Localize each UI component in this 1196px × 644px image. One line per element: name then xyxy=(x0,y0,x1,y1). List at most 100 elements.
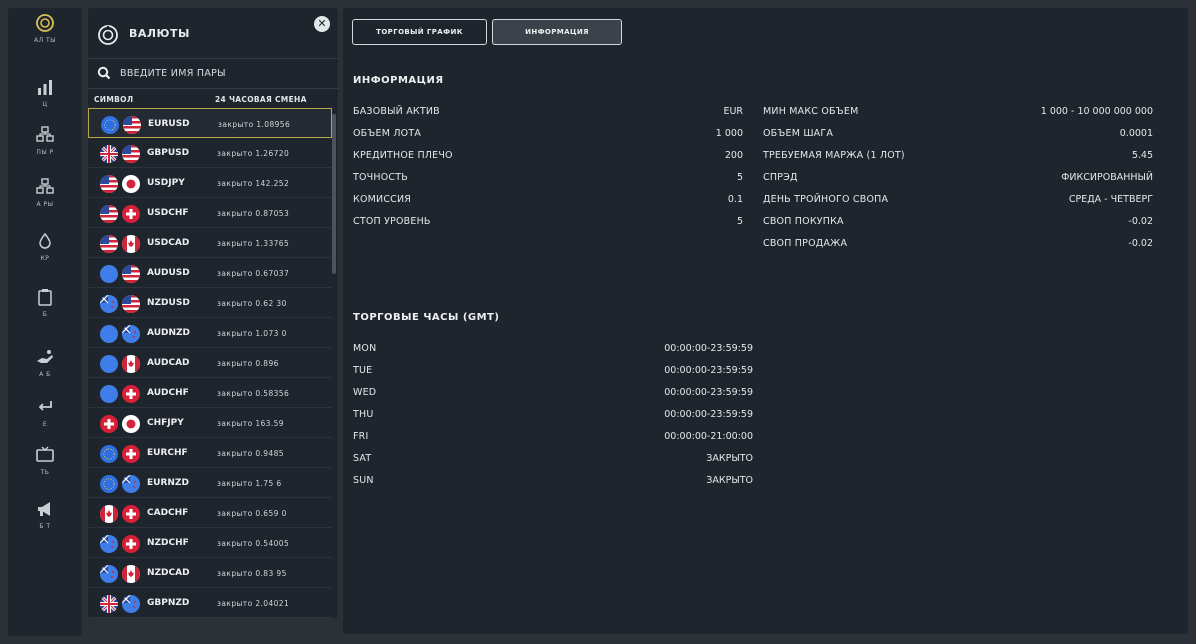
currency-row[interactable]: USDCAD закрыто 1.33765 xyxy=(88,228,332,258)
rail-item-label: Е xyxy=(42,421,48,428)
flag-ca-icon xyxy=(122,565,140,583)
currency-row[interactable]: AUDCHF закрыто 0.58356 xyxy=(88,378,332,408)
info-row: FRI 00:00:00-21:00:00 xyxy=(353,431,753,447)
flag-us-icon xyxy=(122,295,140,313)
info-key: MON xyxy=(353,343,377,354)
info-row: ТОЧНОСТЬ 5 xyxy=(353,172,743,188)
info-row: СПРЭД ФИКСИРОВАННЫЙ xyxy=(763,172,1153,188)
info-row: МИН МАКС ОБЪЕМ 1 000 - 10 000 000 000 xyxy=(763,106,1153,122)
currency-row[interactable]: AUDNZD закрыто 1.073 0 xyxy=(88,318,332,348)
currency-symbol: EURUSD xyxy=(148,119,190,129)
rail-item[interactable]: АЛ ТЫ xyxy=(8,12,82,58)
info-row: ОБЪЕМ ШАГА 0.0001 xyxy=(763,128,1153,144)
flag-gb-icon xyxy=(100,595,118,613)
rail-item[interactable]: А Б xyxy=(8,346,82,392)
info-value: 0.0001 xyxy=(1119,128,1153,139)
coin-icon xyxy=(34,12,56,34)
currency-symbol: CADCHF xyxy=(147,508,189,518)
divider xyxy=(88,58,338,59)
flag-au-icon xyxy=(100,325,118,343)
bar-chart-icon xyxy=(34,76,56,98)
info-value: 200 xyxy=(724,150,743,161)
info-value: ЗАКРЫТО xyxy=(706,453,753,464)
info-value: ЗАКРЫТО xyxy=(706,475,753,486)
column-header-symbol: СИМВОЛ xyxy=(94,95,134,104)
currency-symbol: GBPUSD xyxy=(147,148,190,158)
currency-change: закрыто 1.26720 xyxy=(217,149,290,158)
currency-change: закрыто 1.75 6 xyxy=(217,479,282,488)
close-icon[interactable]: ✕ xyxy=(314,16,330,32)
currency-row[interactable]: AUDUSD закрыто 0.67037 xyxy=(88,258,332,288)
currency-row[interactable]: NZDCAD закрыто 0.83 95 xyxy=(88,558,332,588)
hand-icon xyxy=(34,346,56,368)
info-value: 5 xyxy=(736,172,743,183)
info-row: THU 00:00:00-23:59:59 xyxy=(353,409,753,425)
info-key: THU xyxy=(353,409,374,420)
rail-item[interactable]: Ц xyxy=(8,76,82,122)
currency-symbol: EURCHF xyxy=(147,448,188,458)
currency-row[interactable]: AUDCAD закрыто 0.896 xyxy=(88,348,332,378)
info-row: КОМИССИЯ 0.1 xyxy=(353,194,743,210)
rail-item-label: А Б xyxy=(39,371,51,378)
search-input[interactable] xyxy=(120,63,325,83)
currency-row[interactable]: NZDUSD закрыто 0.62 30 xyxy=(88,288,332,318)
currency-row[interactable]: NZDCHF закрыто 0.54005 xyxy=(88,528,332,558)
tv-icon xyxy=(34,444,56,466)
tab-information[interactable]: ИНФОРМАЦИЯ xyxy=(492,19,622,45)
info-row: СВОП ПОКУПКА -0.02 xyxy=(763,216,1153,232)
currency-change: закрыто 0.83 95 xyxy=(217,569,287,578)
currency-change: закрыто 142.252 xyxy=(217,179,290,188)
currency-change: закрыто 0.62 30 xyxy=(217,299,287,308)
rail-item[interactable]: Е xyxy=(8,396,82,442)
rail-item[interactable]: А РЫ xyxy=(8,176,82,222)
info-key: МИН МАКС ОБЪЕМ xyxy=(763,106,859,117)
rail-item[interactable]: ПЫ Р xyxy=(8,124,82,170)
currency-row[interactable]: CADCHF закрыто 0.659 0 xyxy=(88,498,332,528)
info-value: -0.02 xyxy=(1128,216,1153,227)
flag-eu-icon xyxy=(100,445,118,463)
panel-title: ВАЛЮТЫ xyxy=(129,27,190,40)
scrollbar[interactable] xyxy=(332,114,336,274)
info-key: КРЕДИТНОЕ ПЛЕЧО xyxy=(353,150,453,161)
currency-row[interactable]: GBPNZD закрыто 2.04021 xyxy=(88,588,332,618)
currency-row[interactable]: GBPUSD закрыто 1.26720 xyxy=(88,138,332,168)
info-key: TUE xyxy=(353,365,373,376)
currency-row[interactable]: EURCHF закрыто 0.9485 xyxy=(88,438,332,468)
info-key: SUN xyxy=(353,475,374,486)
info-value: СРЕДА - ЧЕТВЕРГ xyxy=(1068,194,1153,205)
currency-row[interactable]: EURNZD закрыто 1.75 6 xyxy=(88,468,332,498)
currency-row[interactable]: EURUSD закрыто 1.08956 xyxy=(88,108,332,138)
rail-item[interactable]: Б xyxy=(8,286,82,332)
info-row: КРЕДИТНОЕ ПЛЕЧО 200 xyxy=(353,150,743,166)
info-value: 5.45 xyxy=(1131,150,1153,161)
info-value: 00:00:00-23:59:59 xyxy=(664,365,753,376)
info-key: ТОЧНОСТЬ xyxy=(353,172,408,183)
currency-change: закрыто 0.9485 xyxy=(217,449,284,458)
currency-row[interactable]: USDCHF закрыто 0.87053 xyxy=(88,198,332,228)
currency-symbol: USDCAD xyxy=(147,238,190,248)
currency-symbol: AUDCHF xyxy=(147,388,189,398)
flag-ch-icon xyxy=(122,535,140,553)
currency-row[interactable]: CHFJPY закрыто 163.59 xyxy=(88,408,332,438)
rail-item[interactable]: КР xyxy=(8,230,82,276)
currency-symbol: GBPNZD xyxy=(147,598,190,608)
currency-symbol: USDCHF xyxy=(147,208,189,218)
section-title-info: ИНФОРМАЦИЯ xyxy=(353,75,444,86)
flag-us-icon xyxy=(122,145,140,163)
flag-gb-icon xyxy=(100,145,118,163)
info-value: 00:00:00-23:59:59 xyxy=(664,409,753,420)
flag-nz-icon xyxy=(122,325,140,343)
tab-trading-chart[interactable]: ТОРГОВЫЙ ГРАФИК xyxy=(352,19,487,45)
flag-eu-icon xyxy=(100,475,118,493)
coin-icon xyxy=(97,24,119,50)
info-row: СТОП УРОВЕНЬ 5 xyxy=(353,216,743,232)
currency-row[interactable]: USDJPY закрыто 142.252 xyxy=(88,168,332,198)
flag-au-icon xyxy=(100,385,118,403)
rail-item[interactable]: ТЬ xyxy=(8,444,82,490)
info-value: 1 000 xyxy=(715,128,743,139)
rail-item-label: ПЫ Р xyxy=(36,149,54,156)
info-key: ТРЕБУЕМАЯ МАРЖА (1 ЛОТ) xyxy=(763,150,905,161)
info-row: ДЕНЬ ТРОЙНОГО СВОПА СРЕДА - ЧЕТВЕРГ xyxy=(763,194,1153,210)
rail-item[interactable]: Б Т xyxy=(8,498,82,544)
rail-item-label: Б xyxy=(42,311,48,318)
